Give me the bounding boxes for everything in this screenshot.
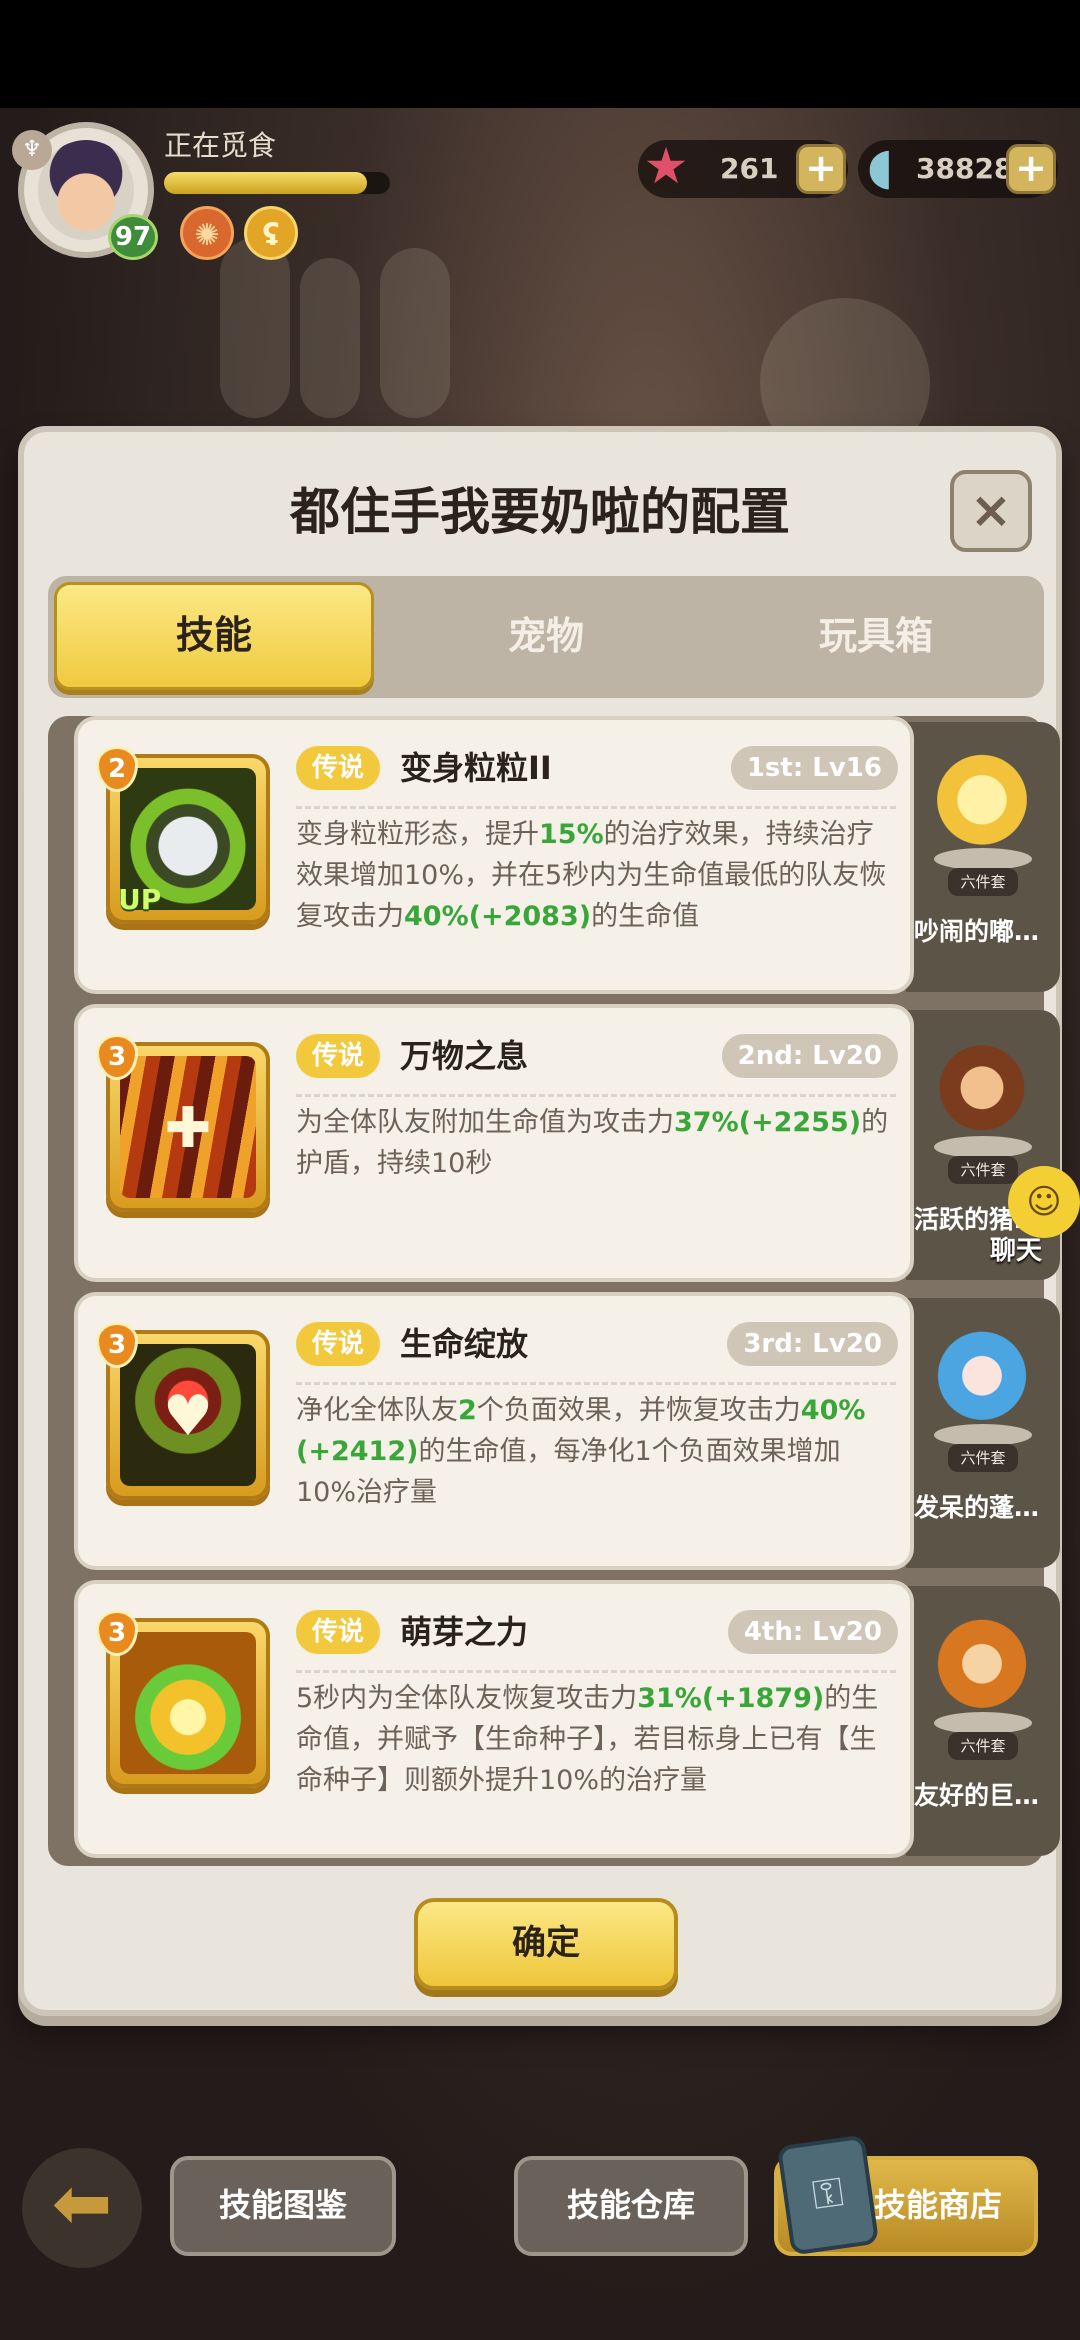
pet-figure-icon bbox=[926, 746, 1038, 858]
upgrade-tag: UP bbox=[118, 883, 162, 916]
starfish-amount: 261 bbox=[720, 152, 779, 185]
plus-glyph: ✚ bbox=[164, 1096, 212, 1161]
set-tag: 六件套 bbox=[948, 868, 1018, 896]
rarity-tag: 传说 bbox=[296, 1034, 381, 1078]
buff-icon-gold[interactable]: ʢ bbox=[244, 206, 298, 260]
xp-bar-fill bbox=[164, 172, 368, 194]
set-tag: 六件套 bbox=[948, 1156, 1018, 1184]
scene-prop bbox=[220, 238, 290, 418]
skill-card[interactable]: ✚ 3 传说 万物之息 2nd: Lv20 为全体队友附加生命值为攻击力37%(… bbox=[74, 1004, 914, 1282]
chat-icon[interactable]: ☺ bbox=[1008, 1166, 1080, 1238]
skill-description: 为全体队友附加生命值为攻击力37%(+2255)的护盾，持续10秒 bbox=[296, 1102, 896, 1184]
tab-skills[interactable]: 技能 bbox=[54, 582, 374, 690]
pet-name: 发呆的蓬… bbox=[914, 1493, 1040, 1522]
skill-card[interactable]: ♥ 3 传说 生命绽放 3rd: Lv20 净化全体队友2个负面效果，并恢复攻击… bbox=[74, 1292, 914, 1570]
skill-name: 万物之息 bbox=[400, 1037, 529, 1075]
add-shell-button[interactable]: + bbox=[1006, 144, 1056, 194]
heart-glyph: ♥ bbox=[162, 1384, 214, 1449]
starfish-icon: ★ bbox=[643, 137, 689, 195]
add-starfish-button[interactable]: + bbox=[796, 144, 846, 194]
player-level-badge: 97 bbox=[108, 214, 158, 260]
pet-pedestal bbox=[934, 1136, 1032, 1158]
tab-bar: 技能 宠物 玩具箱 bbox=[48, 576, 1044, 698]
skill-name: 变身粒粒II bbox=[400, 749, 552, 787]
pet-name: 吵闹的嘟… bbox=[914, 917, 1040, 946]
divider bbox=[296, 1094, 896, 1097]
rarity-tag: 传说 bbox=[296, 1610, 381, 1654]
crest-icon: ♆ bbox=[12, 130, 52, 170]
pet-figure-icon bbox=[926, 1322, 1038, 1434]
pet-card[interactable]: 六件套 发呆的蓬… bbox=[906, 1298, 1060, 1568]
shell-icon: ◖ bbox=[866, 137, 894, 195]
chat-label[interactable]: 聊天 bbox=[990, 1230, 1042, 1267]
rarity-tag: 传说 bbox=[296, 746, 381, 790]
slot-level-pill: 3rd: Lv20 bbox=[727, 1322, 898, 1366]
divider bbox=[296, 806, 896, 809]
desc-highlight: 37%(+2255) bbox=[674, 1107, 862, 1138]
skill-description: 变身粒粒形态，提升15%的治疗效果，持续治疗效果增加10%，并在5秒内为生命值最… bbox=[296, 814, 896, 937]
tab-pets[interactable]: 宠物 bbox=[386, 582, 706, 690]
set-tag: 六件套 bbox=[948, 1732, 1018, 1760]
heart-flower-icon: ♥ bbox=[120, 1344, 256, 1486]
dialog-title: 都住手我要奶啦的配置 bbox=[290, 483, 790, 541]
pet-pedestal bbox=[934, 1712, 1032, 1734]
skill-description: 5秒内为全体队友恢复攻击力31%(+1879)的生命值，并赋予【生命种子】，若目… bbox=[296, 1678, 896, 1801]
tab-toybox[interactable]: 玩具箱 bbox=[716, 582, 1036, 690]
desc-highlight: 40%(+2083) bbox=[404, 901, 592, 932]
shop-icon: ⚿ bbox=[776, 2134, 880, 2256]
skill-description: 净化全体队友2个负面效果，并恢复攻击力40%(+2412)的生命值，每净化1个负… bbox=[296, 1390, 896, 1513]
back-button[interactable]: ⬅ bbox=[22, 2148, 142, 2268]
xp-bar bbox=[164, 172, 390, 194]
loadout-dialog: 都住手我要奶啦的配置 × 技能 宠物 玩具箱 六件套 吵闹的嘟… UP 2 传说… bbox=[18, 426, 1062, 2016]
pet-card[interactable]: 六件套 吵闹的嘟… bbox=[906, 722, 1060, 992]
skill-card[interactable]: 3 传说 萌芽之力 4th: Lv20 5秒内为全体队友恢复攻击力31%(+18… bbox=[74, 1580, 914, 1858]
skill-storage-button[interactable]: 技能仓库 bbox=[514, 2156, 748, 2256]
slot-level-pill: 4th: Lv20 bbox=[727, 1610, 898, 1654]
pet-pedestal bbox=[934, 1424, 1032, 1446]
starfish-currency: ★ 261 + bbox=[638, 137, 848, 198]
sprout-icon bbox=[120, 1632, 256, 1774]
desc-highlight: 15% bbox=[539, 819, 604, 850]
skill-codex-button[interactable]: 技能图鉴 bbox=[170, 2156, 396, 2256]
close-button[interactable]: × bbox=[950, 470, 1032, 552]
desc-highlight: 31%(+1879) bbox=[637, 1683, 825, 1714]
pet-figure-icon bbox=[926, 1610, 1038, 1722]
scene-prop bbox=[300, 258, 360, 418]
desc-text: 变身粒粒形态，提升 bbox=[296, 819, 539, 850]
desc-text: 净化全体队友 bbox=[296, 1395, 458, 1426]
desc-text: 的生命值 bbox=[591, 901, 700, 932]
buff-icon-red[interactable]: ✺ bbox=[180, 206, 234, 260]
skill-list: 六件套 吵闹的嘟… UP 2 传说 变身粒粒II 1st: Lv16 变身粒粒形… bbox=[48, 716, 1060, 1866]
scene-prop bbox=[380, 248, 450, 418]
pet-card[interactable]: 六件套 友好的巨… bbox=[906, 1586, 1060, 1856]
pet-figure-icon bbox=[926, 1034, 1038, 1146]
set-tag: 六件套 bbox=[948, 1444, 1018, 1472]
status-bar bbox=[0, 0, 1080, 108]
divider bbox=[296, 1670, 896, 1673]
shell-currency: ◖ 388285 + bbox=[858, 137, 1058, 198]
desc-highlight: 2 bbox=[458, 1395, 477, 1426]
player-status-text: 正在觅食 bbox=[164, 129, 277, 162]
pet-pedestal bbox=[934, 848, 1032, 870]
desc-text: 个负面效果，并恢复攻击力 bbox=[476, 1395, 801, 1426]
slot-level-pill: 1st: Lv16 bbox=[730, 746, 898, 790]
skill-name: 萌芽之力 bbox=[400, 1613, 529, 1651]
slot-level-pill: 2nd: Lv20 bbox=[721, 1034, 898, 1078]
skill-card[interactable]: UP 2 传说 变身粒粒II 1st: Lv16 变身粒粒形态，提升15%的治疗… bbox=[74, 716, 914, 994]
skill-name: 生命绽放 bbox=[400, 1325, 529, 1363]
confirm-button[interactable]: 确定 bbox=[414, 1898, 678, 1990]
desc-text: 为全体队友附加生命值为攻击力 bbox=[296, 1107, 674, 1138]
rarity-tag: 传说 bbox=[296, 1322, 381, 1366]
breath-icon: ✚ bbox=[120, 1056, 256, 1198]
desc-text: 5秒内为全体队友恢复攻击力 bbox=[296, 1683, 638, 1714]
divider bbox=[296, 1382, 896, 1385]
pet-name: 友好的巨… bbox=[914, 1781, 1040, 1810]
